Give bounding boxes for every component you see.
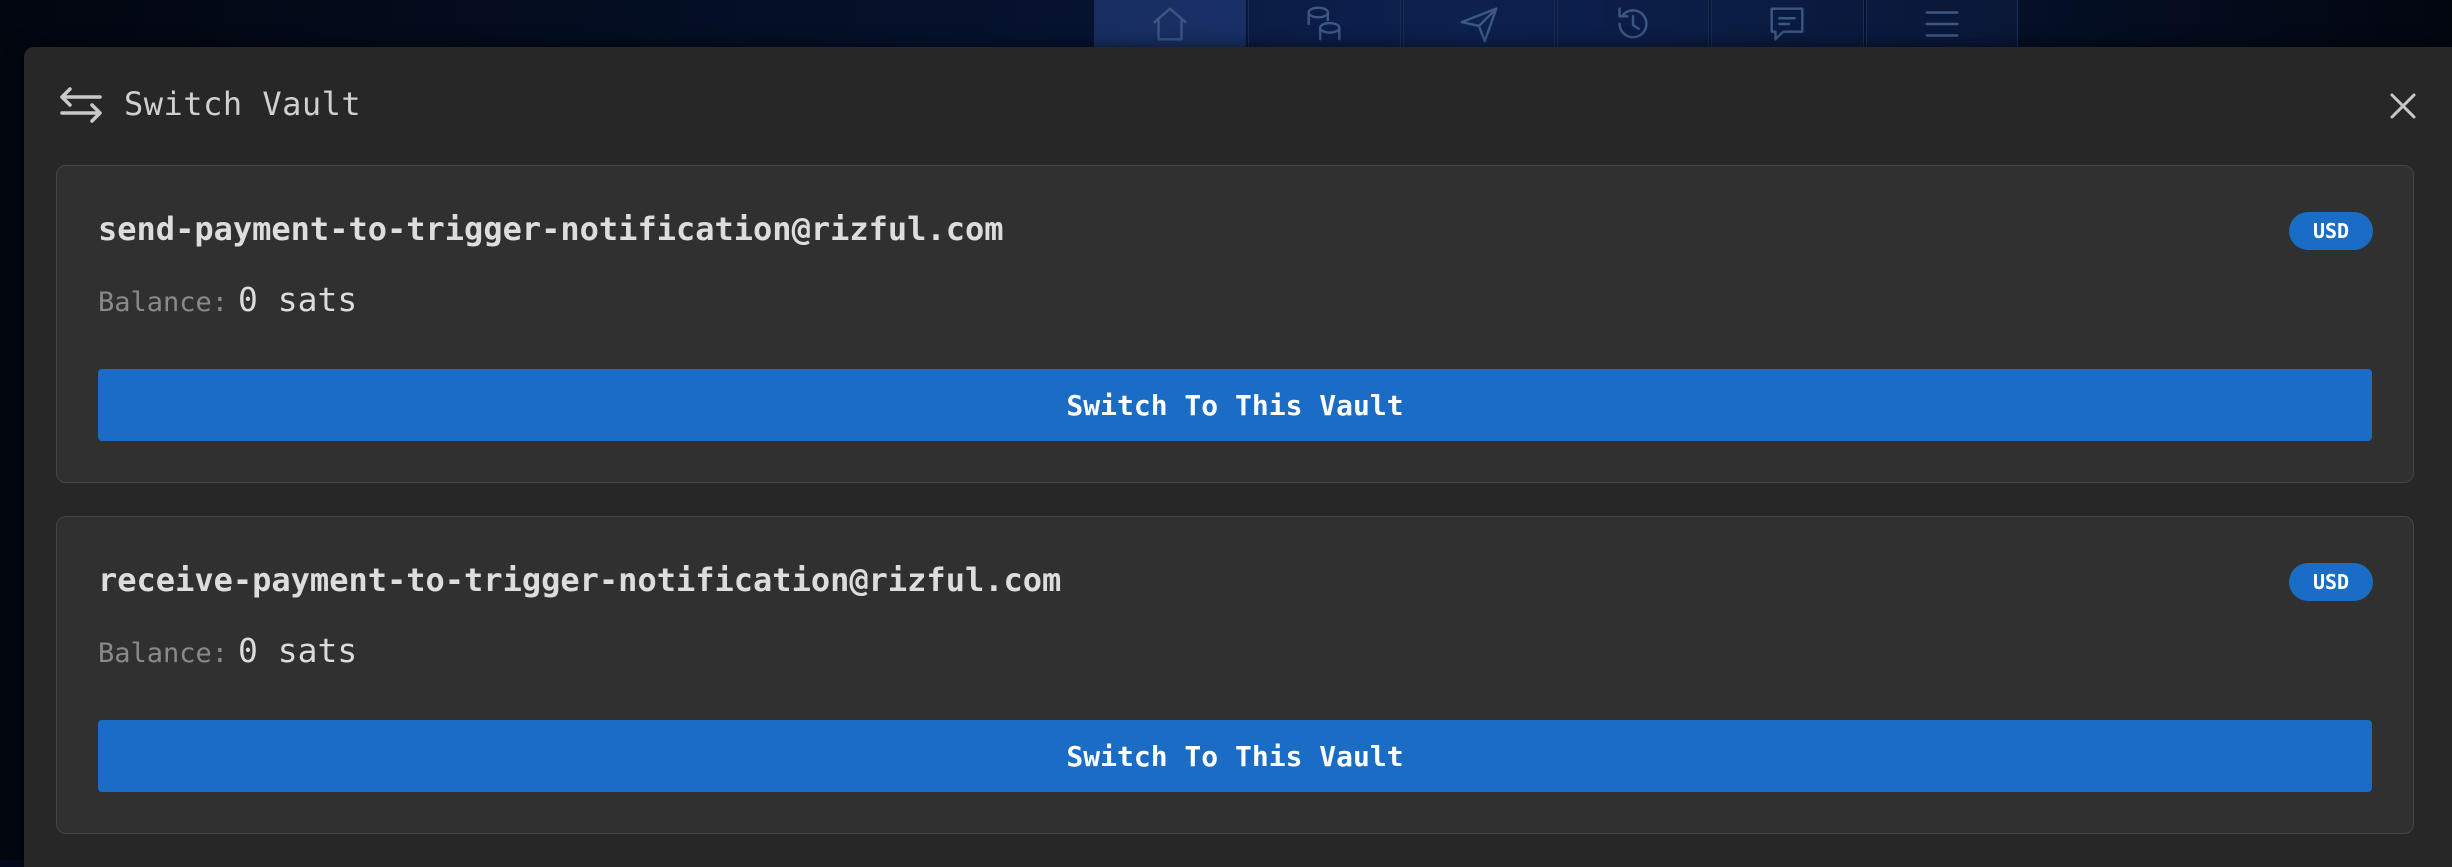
currency-badge: USD: [2289, 563, 2373, 601]
nav-messages: [1711, 0, 1864, 48]
switch-to-vault-button[interactable]: Switch To This Vault: [98, 369, 2372, 441]
coins-icon: [1307, 6, 1342, 41]
balance-row: Balance: 0 sats: [98, 280, 357, 319]
balance-value: 0 sats: [238, 280, 358, 319]
nav-home: [1094, 0, 1247, 48]
balance-row: Balance: 0 sats: [98, 631, 357, 670]
balance-label: Balance:: [98, 638, 229, 669]
vault-address: send-payment-to-trigger-notification@riz…: [98, 210, 1004, 248]
send-icon: [1460, 7, 1498, 43]
close-button[interactable]: [2384, 87, 2422, 125]
nav-send: [1402, 0, 1555, 48]
balance-label: Balance:: [98, 287, 229, 318]
background-nav-bar: [1094, 0, 2020, 48]
nav-menu: [1865, 0, 2018, 48]
menu-icon: [1925, 11, 1959, 37]
switch-arrows-icon: [58, 85, 104, 125]
modal-header: Switch Vault: [24, 47, 2452, 157]
message-icon: [1770, 7, 1804, 41]
balance-value: 0 sats: [238, 631, 358, 670]
vault-card: send-payment-to-trigger-notification@riz…: [56, 165, 2414, 483]
nav-history: [1556, 0, 1710, 48]
home-icon: [1153, 7, 1187, 41]
vault-list: send-payment-to-trigger-notification@riz…: [56, 165, 2414, 867]
currency-badge: USD: [2289, 212, 2373, 250]
nav-coins: [1248, 0, 1401, 48]
switch-to-vault-button[interactable]: Switch To This Vault: [98, 720, 2372, 792]
history-icon: [1618, 7, 1648, 39]
close-icon: [2390, 93, 2416, 119]
vault-address: receive-payment-to-trigger-notification@…: [98, 561, 1062, 599]
modal-title: Switch Vault: [124, 85, 362, 123]
vault-card: receive-payment-to-trigger-notification@…: [56, 516, 2414, 834]
switch-vault-modal: Switch Vault send-payment-to-trigger-not…: [24, 47, 2452, 867]
